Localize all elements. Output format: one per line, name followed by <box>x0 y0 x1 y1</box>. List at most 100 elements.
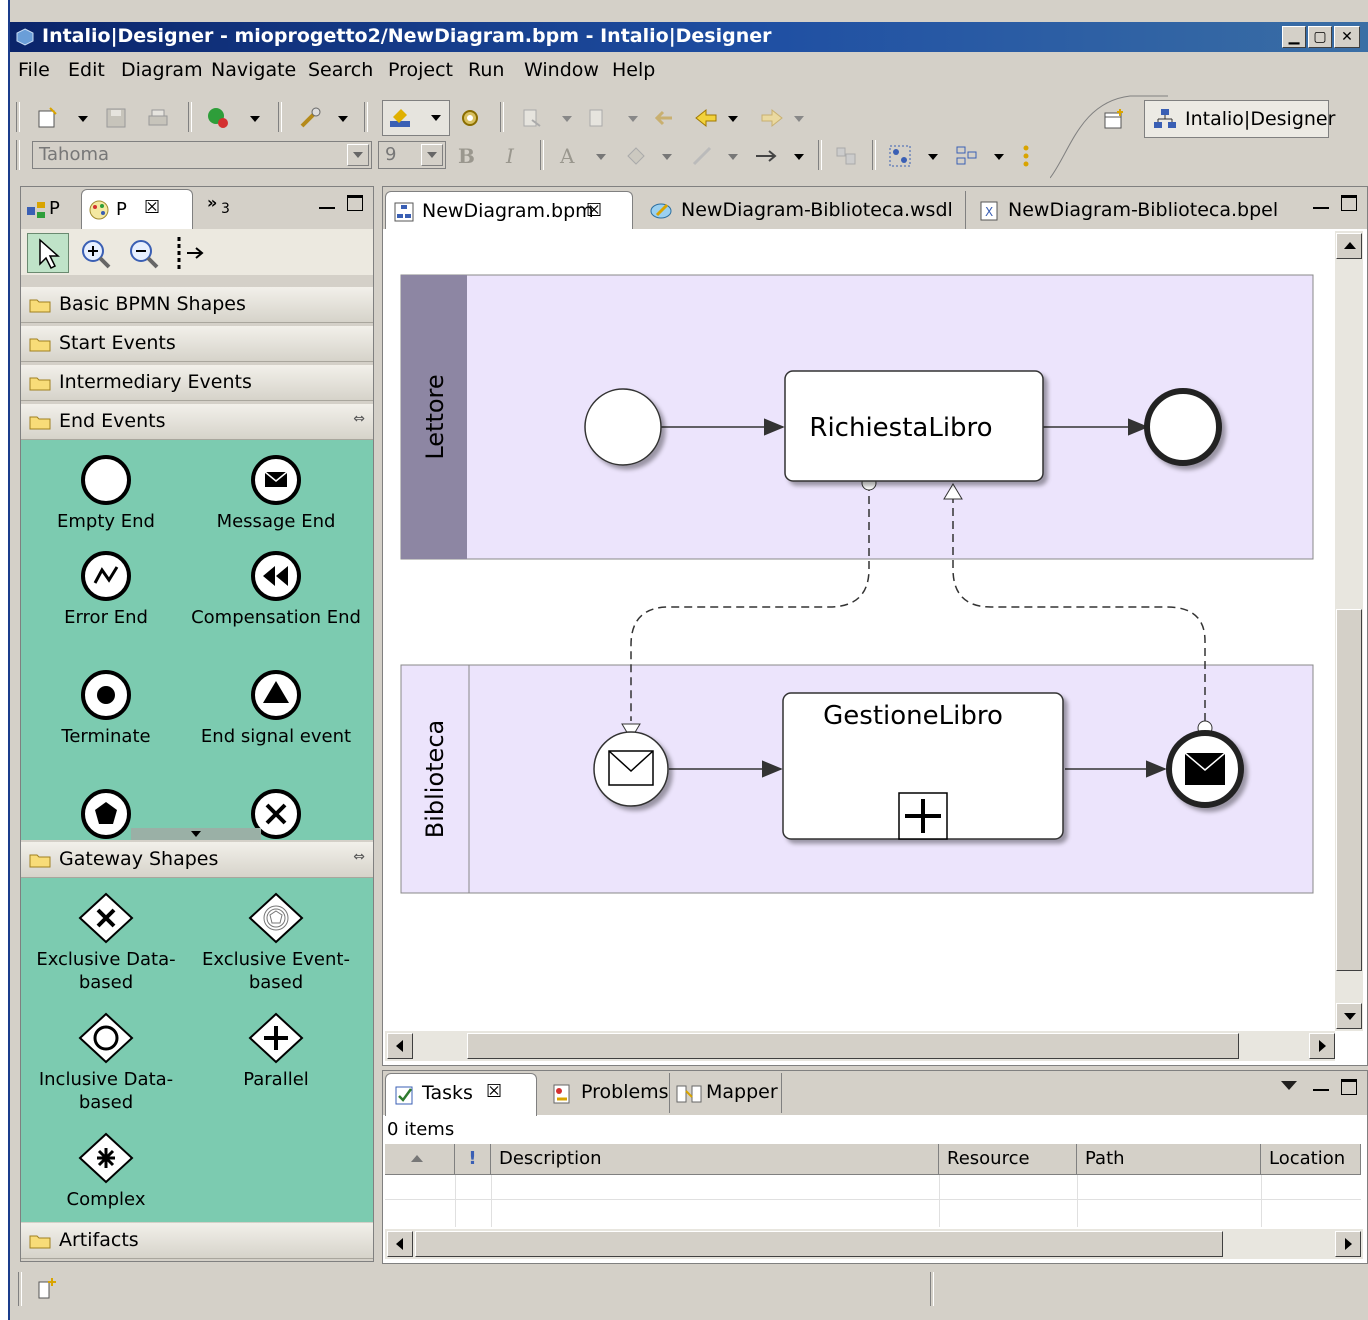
scroll-left-button[interactable] <box>387 1231 413 1257</box>
menu-window[interactable]: Window <box>524 59 599 81</box>
settings-icon[interactable] <box>458 106 482 130</box>
drawer-gateway-shapes[interactable]: Gateway Shapes ⇔ <box>21 842 373 878</box>
tools-dropdown-icon[interactable] <box>338 116 348 122</box>
palette-error-end[interactable]: Error End <box>21 550 191 629</box>
column-header-path[interactable]: Path <box>1077 1144 1261 1174</box>
drawer-scroll-down[interactable] <box>131 828 261 840</box>
column-header-priority[interactable]: ! <box>455 1144 491 1174</box>
open-perspective-icon[interactable] <box>1102 108 1126 132</box>
horizontal-scroll-thumb[interactable] <box>415 1231 1223 1257</box>
tab-package-explorer[interactable]: P <box>21 193 81 227</box>
menu-edit[interactable]: Edit <box>68 59 105 81</box>
maximize-view-icon[interactable] <box>347 195 363 211</box>
maximize-editor-icon[interactable] <box>1341 195 1357 211</box>
column-header-resource[interactable]: Resource <box>939 1144 1077 1174</box>
line-style-dropdown-icon[interactable] <box>794 154 804 160</box>
align-icon[interactable] <box>954 144 978 168</box>
palette-parallel[interactable]: Parallel <box>191 1012 361 1091</box>
pin-icon[interactable]: ⇔ <box>353 411 365 427</box>
line-color-icon[interactable] <box>690 144 714 168</box>
distribute-icon[interactable] <box>1014 144 1038 168</box>
menu-search[interactable]: Search <box>308 59 373 81</box>
message-end-event[interactable] <box>1166 730 1244 808</box>
scroll-right-button[interactable] <box>1335 1231 1361 1257</box>
menu-help[interactable]: Help <box>612 59 655 81</box>
column-header-location[interactable]: Location <box>1261 1144 1361 1174</box>
minimize-editor-icon[interactable] <box>1313 197 1329 209</box>
prev-dropdown-icon[interactable] <box>628 116 638 122</box>
scroll-up-button[interactable] <box>1336 233 1362 259</box>
palette-terminate[interactable]: Terminate <box>21 669 191 748</box>
zoom-out-icon[interactable] <box>127 237 161 271</box>
horizontal-scrollbar[interactable] <box>385 1031 1335 1061</box>
more-views-button[interactable]: » 3 <box>207 193 241 223</box>
run-icon[interactable] <box>206 106 230 130</box>
font-dropdown-button[interactable] <box>347 144 369 166</box>
tab-newdiagram-bpm[interactable]: NewDiagram.bpm ☒ <box>385 191 633 230</box>
scroll-down-button[interactable] <box>1336 1003 1362 1029</box>
tab-newdiagram-biblioteca-wsdl[interactable]: NewDiagram-Biblioteca.wsdl <box>645 191 955 229</box>
drawer-artifacts[interactable]: Artifacts <box>21 1223 373 1259</box>
fill-button[interactable] <box>382 100 450 136</box>
select-all-icon[interactable] <box>834 144 858 168</box>
horizontal-scroll-thumb[interactable] <box>467 1033 1239 1059</box>
arrange-dropdown-icon[interactable] <box>928 154 938 160</box>
tab-newdiagram-biblioteca-bpel[interactable]: X NewDiagram-Biblioteca.bpel <box>965 191 1286 229</box>
next-annotation-icon[interactable] <box>520 106 544 130</box>
subprocess-gestione-libro[interactable]: GestioneLibro <box>782 692 1064 840</box>
palette-inclusive-data-based[interactable]: Inclusive Data-based <box>21 1012 191 1114</box>
column-header-sort[interactable] <box>385 1144 455 1174</box>
minimize-button[interactable]: ▁ <box>1282 26 1306 48</box>
palette-end-signal-event[interactable]: End signal event <box>191 669 361 748</box>
forward-arrow-icon[interactable] <box>760 106 784 130</box>
palette-complex[interactable]: Complex <box>21 1132 191 1211</box>
italic-button[interactable]: I <box>506 144 514 168</box>
tab-palette[interactable]: P ☒ <box>81 189 193 230</box>
palette-compensation-end[interactable]: Compensation End <box>191 550 361 629</box>
palette-empty-end[interactable]: Empty End <box>21 454 191 533</box>
font-color-dropdown-icon[interactable] <box>596 154 606 160</box>
close-window-button[interactable]: ✕ <box>1334 26 1360 48</box>
minimize-view-icon[interactable] <box>1313 1079 1329 1091</box>
close-tab-icon[interactable]: ☒ <box>144 197 160 218</box>
run-dropdown-icon[interactable] <box>250 116 260 122</box>
font-color-button[interactable]: A <box>560 144 574 168</box>
back-dropdown-icon[interactable] <box>728 116 738 122</box>
drawer-start-events[interactable]: Start Events <box>21 326 373 362</box>
zoom-in-icon[interactable] <box>79 237 113 271</box>
arrange-all-icon[interactable] <box>888 144 912 168</box>
new-dropdown-icon[interactable] <box>78 116 88 122</box>
fill-dropdown-icon[interactable] <box>431 115 441 121</box>
annotation-dropdown-icon[interactable] <box>562 116 572 122</box>
perspective-intalio-designer[interactable]: Intalio|Designer <box>1144 100 1335 138</box>
palette-exclusive-event-based[interactable]: Exclusive Event-based <box>191 892 361 994</box>
tab-problems[interactable]: Problems <box>549 1073 669 1113</box>
vertical-scrollbar[interactable] <box>1335 231 1363 1031</box>
maximize-button[interactable]: ▢ <box>1308 26 1332 48</box>
view-menu-icon[interactable] <box>1281 1081 1297 1090</box>
new-file-icon[interactable] <box>36 106 60 130</box>
bold-button[interactable]: B <box>458 144 475 168</box>
align-dropdown-icon[interactable] <box>994 154 1004 160</box>
connection-tool-icon[interactable] <box>173 235 213 271</box>
last-edit-icon[interactable] <box>652 106 676 130</box>
external-tools-icon[interactable] <box>298 106 322 130</box>
save-icon[interactable] <box>104 106 128 130</box>
tasks-horizontal-scrollbar[interactable] <box>385 1229 1363 1259</box>
drawer-end-events[interactable]: End Events ⇔ <box>21 404 373 440</box>
scroll-right-button[interactable] <box>1309 1033 1335 1059</box>
column-header-description[interactable]: Description <box>491 1144 939 1174</box>
prev-annotation-icon[interactable] <box>586 106 610 130</box>
start-event[interactable] <box>584 388 662 466</box>
tab-tasks[interactable]: Tasks ☒ <box>385 1073 537 1116</box>
vertical-scroll-thumb[interactable] <box>1336 609 1362 971</box>
close-tab-icon[interactable]: ☒ <box>586 200 602 221</box>
pin-icon[interactable]: ⇔ <box>353 849 365 865</box>
size-dropdown-button[interactable] <box>421 144 443 166</box>
end-event[interactable] <box>1144 388 1222 466</box>
task-richiesta-libro[interactable]: RichiestaLibro <box>784 370 1044 482</box>
fill-bucket-dropdown-icon[interactable] <box>662 154 672 160</box>
tab-mapper[interactable]: Mapper <box>669 1073 780 1113</box>
select-tool[interactable] <box>27 233 69 273</box>
palette-message-end[interactable]: Message End <box>191 454 361 533</box>
